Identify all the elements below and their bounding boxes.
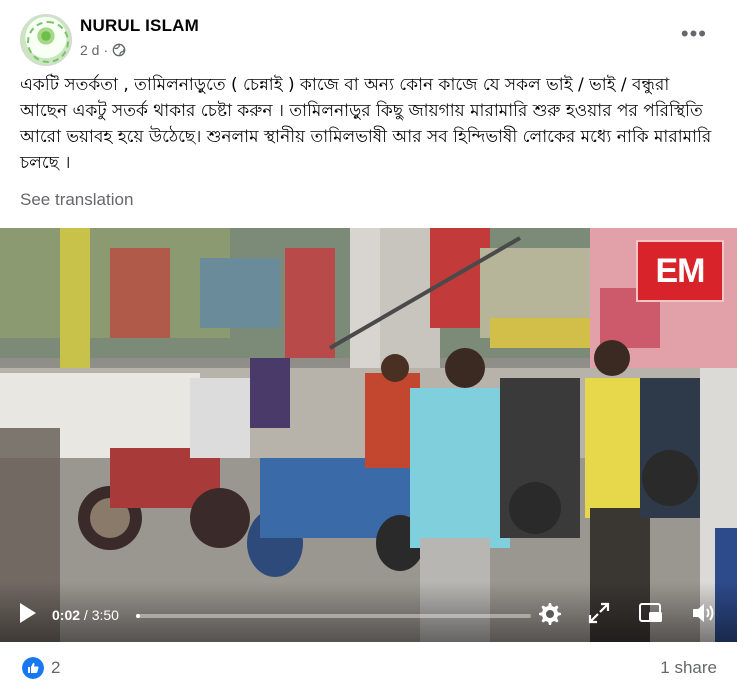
globe-icon <box>112 43 126 57</box>
channel-logo: EM <box>636 240 724 302</box>
video-duration: / 3:50 <box>83 607 119 623</box>
post-header: NURUL ISLAM 2 d · ••• <box>0 0 737 70</box>
see-translation-link[interactable]: See translation <box>20 190 133 210</box>
video-progress-fill <box>136 614 140 618</box>
more-options-icon[interactable]: ••• <box>681 23 707 45</box>
video-player[interactable]: EM 0:02 / 3:50 <box>0 228 737 642</box>
post-footer <box>0 642 737 694</box>
share-count[interactable]: 1 share <box>660 658 717 678</box>
avatar-emblem <box>35 25 57 47</box>
video-progress-bar[interactable] <box>136 614 531 618</box>
author-name[interactable]: NURUL ISLAM <box>80 16 199 36</box>
video-frame <box>0 228 737 642</box>
expand-icon[interactable] <box>586 600 612 626</box>
like-icon[interactable] <box>22 657 44 679</box>
pip-icon[interactable] <box>638 600 664 626</box>
current-time: 0:02 <box>52 607 81 623</box>
post-time[interactable]: 2 d <box>80 42 99 58</box>
settings-icon[interactable] <box>536 600 562 626</box>
volume-icon[interactable] <box>690 600 716 626</box>
reaction-count[interactable]: 2 <box>51 658 60 678</box>
post-meta: 2 d · <box>80 42 126 58</box>
play-icon[interactable] <box>18 601 38 625</box>
post-message: একটি সতর্কতা , তামিলনাড়ুতে ( চেন্নাই ) … <box>20 75 712 173</box>
video-time: 0:02 / 3:50 <box>52 607 119 623</box>
channel-logo-text: EM <box>655 252 706 290</box>
author-avatar[interactable] <box>20 14 72 66</box>
dot-separator: · <box>103 42 109 58</box>
